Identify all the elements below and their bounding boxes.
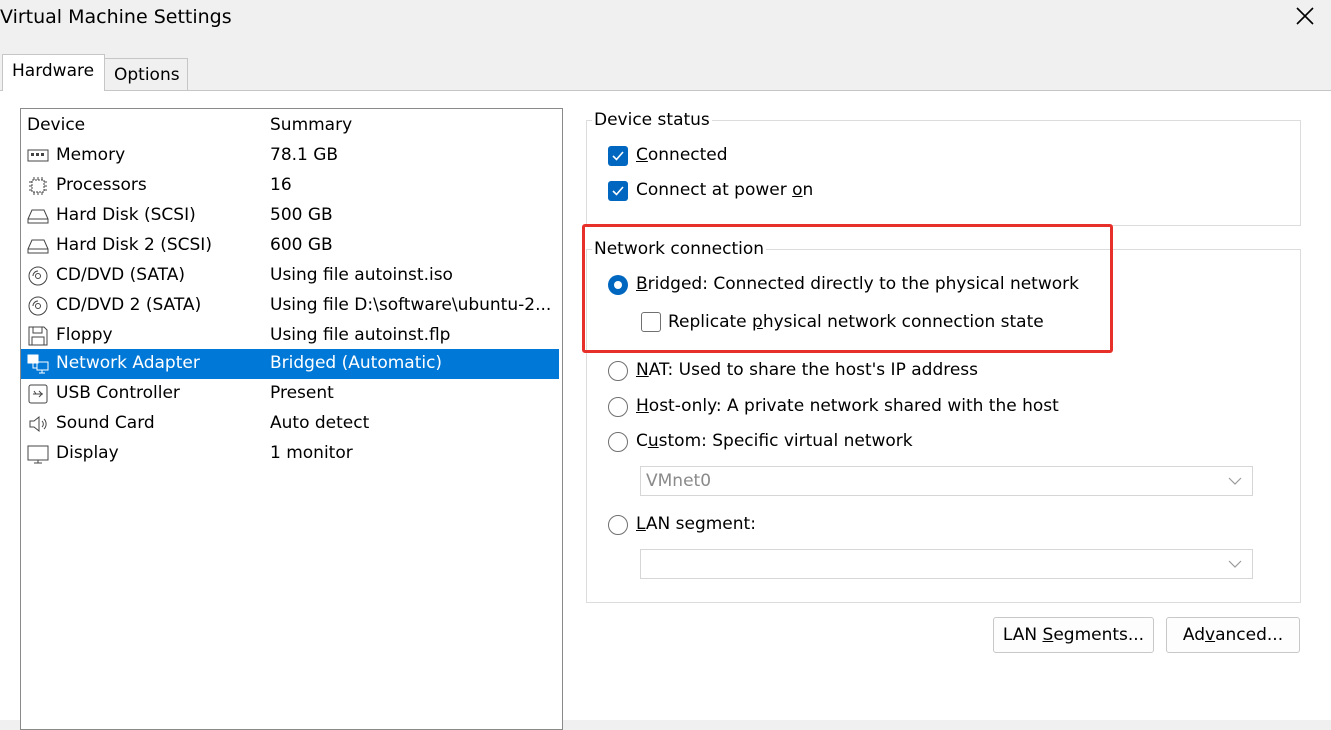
- window-title: Virtual Machine Settings: [0, 6, 232, 28]
- device-summary: 1 monitor: [270, 443, 353, 463]
- connect-at-power-on-label[interactable]: Connect at power on: [636, 180, 813, 200]
- device-name: Sound Card: [56, 413, 155, 433]
- nat-label[interactable]: NAT: Used to share the host's IP address: [636, 360, 978, 380]
- device-summary: 16: [270, 175, 292, 195]
- memory-icon: [27, 149, 49, 162]
- device-row-cd-dvd-2[interactable]: CD/DVD 2 (SATA) Using file D:\software\u…: [21, 291, 559, 321]
- processor-icon: [29, 177, 47, 195]
- speaker-icon: [29, 415, 47, 433]
- monitor-icon: [27, 445, 49, 464]
- custom-radio[interactable]: [608, 432, 628, 452]
- device-name: Processors: [56, 175, 147, 195]
- checkmark-icon: [612, 151, 624, 161]
- device-status-group: [586, 120, 1301, 226]
- device-status-label: Device status: [592, 110, 712, 130]
- lan-segment-label[interactable]: LAN segment:: [636, 514, 756, 534]
- device-summary: Using file autoinst.iso: [270, 265, 453, 285]
- chevron-down-icon: [1228, 560, 1242, 568]
- lan-segment-radio[interactable]: [608, 515, 628, 535]
- custom-network-select[interactable]: VMnet0: [640, 466, 1253, 496]
- annotation-highlight-box: [582, 224, 1113, 353]
- lan-segment-select[interactable]: [640, 549, 1253, 579]
- cd-dvd-icon: [28, 266, 48, 286]
- device-row-hard-disk[interactable]: Hard Disk (SCSI) 500 GB: [21, 201, 559, 231]
- device-row-network-adapter[interactable]: Network Adapter Bridged (Automatic): [21, 349, 559, 379]
- close-button[interactable]: [1293, 4, 1317, 28]
- tab-options[interactable]: Options: [105, 58, 188, 90]
- device-name: Network Adapter: [56, 353, 200, 373]
- device-summary: Using file D:\software\ubuntu-2...: [270, 295, 552, 315]
- hard-disk-icon: [27, 239, 49, 254]
- device-name: Floppy: [56, 325, 113, 345]
- network-adapter-icon: [27, 354, 49, 374]
- device-row-display[interactable]: Display 1 monitor: [21, 439, 559, 469]
- advanced-button[interactable]: Advanced...: [1166, 617, 1300, 653]
- chevron-down-icon: [1228, 477, 1242, 485]
- device-name: USB Controller: [56, 383, 180, 403]
- device-name: Hard Disk 2 (SCSI): [56, 235, 212, 255]
- column-header-summary[interactable]: Summary: [270, 115, 352, 135]
- floppy-icon: [28, 326, 48, 346]
- device-summary: Auto detect: [270, 413, 370, 433]
- device-row-floppy[interactable]: Floppy Using file autoinst.flp: [21, 321, 559, 351]
- device-row-memory[interactable]: Memory 78.1 GB: [21, 141, 559, 171]
- device-name: CD/DVD 2 (SATA): [56, 295, 202, 315]
- device-summary: Bridged (Automatic): [270, 353, 443, 373]
- tab-hardware[interactable]: Hardware: [2, 54, 105, 91]
- nat-radio[interactable]: [608, 361, 628, 381]
- connected-label[interactable]: Connected: [636, 145, 728, 165]
- device-summary: 500 GB: [270, 205, 333, 225]
- device-summary: Present: [270, 383, 334, 403]
- lan-segments-button[interactable]: LAN Segments...: [993, 617, 1154, 653]
- column-header-device[interactable]: Device: [27, 115, 85, 135]
- device-name: CD/DVD (SATA): [56, 265, 185, 285]
- device-row-sound-card[interactable]: Sound Card Auto detect: [21, 409, 559, 439]
- device-row-usb-controller[interactable]: USB Controller Present: [21, 379, 559, 409]
- host-only-radio[interactable]: [608, 397, 628, 417]
- device-name: Hard Disk (SCSI): [56, 205, 196, 225]
- checkmark-icon: [612, 186, 624, 196]
- custom-network-value: VMnet0: [646, 471, 712, 491]
- custom-label[interactable]: Custom: Specific virtual network: [636, 431, 913, 451]
- close-icon: [1296, 7, 1314, 25]
- device-row-hard-disk-2[interactable]: Hard Disk 2 (SCSI) 600 GB: [21, 231, 559, 261]
- host-only-label[interactable]: Host-only: A private network shared with…: [636, 396, 1059, 416]
- connected-checkbox[interactable]: [608, 146, 628, 166]
- device-summary: Using file autoinst.flp: [270, 325, 451, 345]
- device-row-processors[interactable]: Processors 16: [21, 171, 559, 201]
- device-name: Memory: [56, 145, 126, 165]
- connect-at-power-on-checkbox[interactable]: [608, 181, 628, 201]
- device-summary: 78.1 GB: [270, 145, 339, 165]
- device-name: Display: [56, 443, 119, 463]
- usb-icon: [28, 384, 48, 404]
- device-summary: 600 GB: [270, 235, 333, 255]
- cd-dvd-icon: [28, 296, 48, 316]
- device-row-cd-dvd[interactable]: CD/DVD (SATA) Using file autoinst.iso: [21, 261, 559, 291]
- hard-disk-icon: [27, 209, 49, 224]
